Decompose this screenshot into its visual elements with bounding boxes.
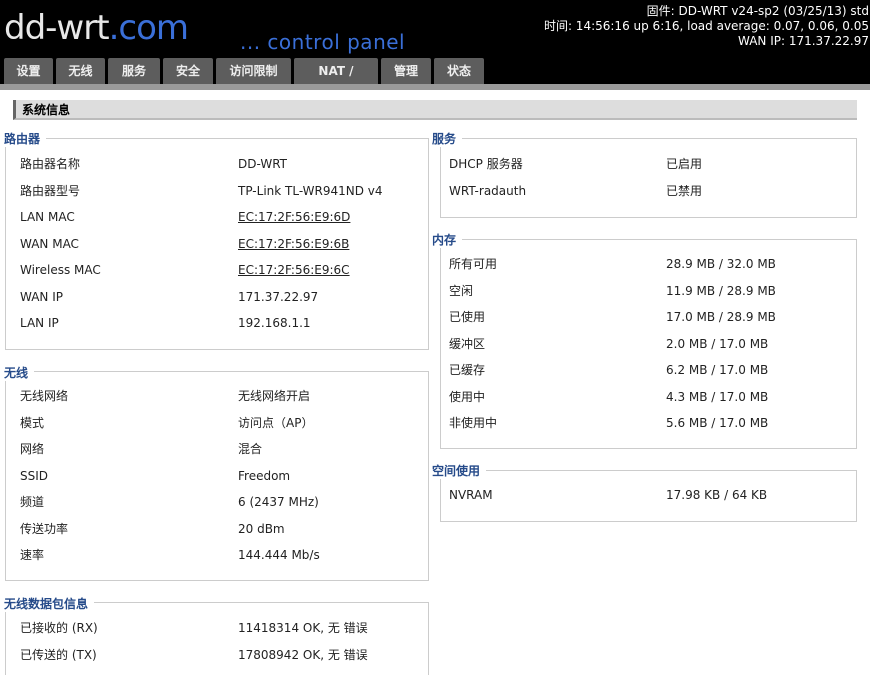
page-title: 系统信息 (13, 100, 857, 120)
row-wireless-mac: Wireless MAC EC:17:2F:56:E9:6C (20, 257, 420, 284)
row-router-name: 路由器名称 DD-WRT (20, 157, 287, 171)
content-area: 系统信息 路由器 路由器名称 DD-WRT 路由器型号 TP-Link TL-WR9… (0, 84, 870, 675)
logo-main: dd-wrt (4, 8, 110, 48)
row-mem-total: 所有可用 28.9 MB / 32.0 MB (449, 257, 776, 271)
header-info: 固件: DD-WRT v24-sp2 (03/25/13) std 时间: 14… (544, 4, 869, 49)
wireless-rows: 无线网络 无线网络开启 模式 访问点（AP） 网络 混合 SSID Freedom 频道… (20, 383, 420, 569)
wireless-section: 无线 无线网络 无线网络开启 模式 访问点（AP） 网络 混合 SSID Freedom… (0, 364, 430, 584)
row-mem-used: 已使用 17.0 MB / 28.9 MB (449, 310, 776, 324)
row-wireless-network: 无线网络 无线网络开启 (20, 389, 311, 403)
row-wrt-radauth: WRT-radauth 已禁用 (449, 183, 703, 198)
tab-nat-qos[interactable]: NAT / QoS (294, 58, 378, 105)
row-rx: 已接收的 (RX) 11418314 OK, 无 错误 (20, 621, 368, 635)
services-section-title: 服务 (432, 130, 463, 147)
row-mode: 模式 访问点（AP） (20, 415, 314, 430)
packets-section: 无线数据包信息 已接收的 (RX) 11418314 OK, 无 错误 已传送的 … (0, 595, 430, 675)
row-router-model: 路由器型号 TP-Link TL-WR941ND v4 (20, 183, 383, 198)
uptime-info: 时间: 14:56:16 up 6:16, load average: 0.07… (543, 19, 869, 33)
row-mem-cached: 已缓存 6.2 MB / 17.0 MB (449, 363, 769, 377)
logo[interactable]: dd-wrt.com (4, 8, 189, 48)
row-lan-ip: LAN IP 192.168.1.1 (20, 316, 311, 330)
tab-access-restrictions[interactable]: 访问限制 (216, 58, 291, 84)
row-mem-buffers: 缓冲区 2.0 MB / 17.0 MB (449, 336, 769, 351)
lan-mac-link[interactable]: EC:17:2F:56:E9:6D (238, 204, 350, 231)
row-dhcp-server: DHCP 服务器 已启用 (449, 157, 703, 171)
space-rows: NVRAM 17.98 KB / 64 KB (449, 482, 849, 509)
tab-administration[interactable]: 管理 (381, 58, 431, 84)
space-section-title: 空间使用 (432, 462, 487, 479)
memory-section: 内存 所有可用 28.9 MB / 32.0 MB 空闲 11.9 MB / 28.… (428, 231, 858, 451)
services-section: 服务 DHCP 服务器 已启用 WRT-radauth 已禁用 (428, 130, 858, 220)
tab-security[interactable]: 安全 (163, 58, 213, 84)
tab-wireless[interactable]: 无线 (56, 58, 105, 84)
row-lan-mac: LAN MAC EC:17:2F:56:E9:6D (20, 204, 420, 231)
row-mem-inactive: 非使用中 5.6 MB / 17.0 MB (449, 416, 769, 430)
space-section: 空间使用 NVRAM 17.98 KB / 64 KB (428, 462, 858, 524)
wan-mac-link[interactable]: EC:17:2F:56:E9:6B (238, 231, 349, 258)
row-ssid: SSID Freedom (20, 468, 291, 483)
row-mem-free: 空闲 11.9 MB / 28.9 MB (449, 283, 776, 298)
main-tabs: 设置 无线 服务 安全 访问限制 NAT / QoS 管理 状态 (4, 58, 484, 105)
router-section: 路由器 路由器名称 DD-WRT 路由器型号 TP-Link TL-WR941ND … (0, 130, 430, 352)
tab-setup[interactable]: 设置 (4, 58, 53, 84)
tagline: ... control panel (240, 30, 406, 54)
services-rows: DHCP 服务器 已启用 WRT-radauth 已禁用 (449, 151, 849, 204)
row-wan-ip: WAN IP 171.37.22.97 (20, 289, 319, 304)
row-mem-active: 使用中 4.3 MB / 17.0 MB (449, 389, 769, 404)
router-rows: 路由器名称 DD-WRT 路由器型号 TP-Link TL-WR941ND v4 L… (20, 151, 420, 337)
logo-com: .com (108, 8, 189, 48)
row-channel: 频道 6 (2437 MHz) (20, 495, 319, 509)
row-rate: 速率 144.444 Mb/s (20, 548, 320, 562)
memory-rows: 所有可用 28.9 MB / 32.0 MB 空闲 11.9 MB / 28.9 M… (449, 251, 849, 437)
wireless-mac-link[interactable]: EC:17:2F:56:E9:6C (238, 257, 350, 284)
row-nvram: NVRAM 17.98 KB / 64 KB (449, 488, 768, 502)
row-tx-power: 传送功率 20 dBm (20, 521, 285, 536)
row-tx: 已传送的 (TX) 17808942 OK, 无 错误 (20, 647, 368, 662)
wireless-section-title: 无线 (4, 364, 35, 381)
packets-section-title: 无线数据包信息 (4, 595, 95, 612)
memory-section-title: 内存 (432, 231, 463, 248)
row-wan-mac: WAN MAC EC:17:2F:56:E9:6B (20, 231, 420, 258)
firmware-info: 固件: DD-WRT v24-sp2 (03/25/13) std (646, 4, 869, 18)
header: dd-wrt.com ... control panel 固件: DD-WRT … (0, 0, 870, 105)
router-section-title: 路由器 (4, 130, 47, 147)
tab-services[interactable]: 服务 (108, 58, 160, 84)
row-network: 网络 混合 (20, 442, 263, 456)
packets-rows: 已接收的 (RX) 11418314 OK, 无 错误 已传送的 (TX) 1780… (20, 615, 420, 668)
wan-ip-info: WAN IP: 171.37.22.97 (738, 34, 869, 48)
tab-status[interactable]: 状态 (434, 58, 484, 84)
